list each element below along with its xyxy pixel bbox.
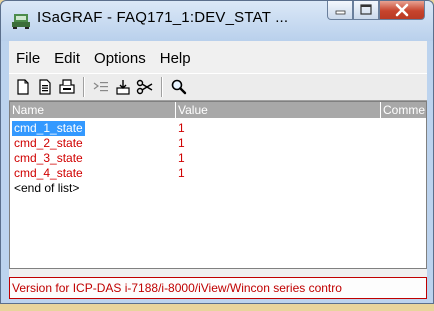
column-header-comment[interactable]: Comme bbox=[381, 102, 426, 118]
variable-name: cmd_4_state bbox=[14, 166, 83, 180]
table-row[interactable]: cmd_1_state 1 bbox=[10, 121, 426, 136]
variable-value: 1 bbox=[178, 121, 185, 135]
close-button[interactable] bbox=[379, 1, 425, 20]
table-row[interactable]: cmd_4_state 1 bbox=[10, 166, 426, 181]
window-title: ISaGRAF - FAQ171_1:DEV_STAT ... bbox=[37, 9, 289, 26]
table-row[interactable]: cmd_3_state 1 bbox=[10, 151, 426, 166]
close-icon bbox=[395, 3, 409, 17]
column-header-name[interactable]: Name bbox=[10, 102, 176, 118]
status-bar: Version for ICP-DAS i-7188/i-8000/iView/… bbox=[9, 277, 427, 299]
toolbar-separator bbox=[83, 77, 85, 97]
toolbar bbox=[9, 73, 427, 101]
variable-value: 1 bbox=[178, 151, 185, 165]
new-file-icon[interactable] bbox=[13, 77, 33, 97]
title-bar[interactable]: ISaGRAF - FAQ171_1:DEV_STAT ... bbox=[1, 1, 433, 41]
end-of-list-row[interactable]: <end of list> bbox=[10, 181, 426, 196]
grid-header: Name Value Comme bbox=[10, 102, 426, 118]
variable-value: 1 bbox=[178, 166, 185, 180]
variable-value: 1 bbox=[178, 136, 185, 150]
menu-bar: File Edit Options Help bbox=[9, 47, 198, 71]
variable-grid: Name Value Comme cmd_1_state 1 cmd_2_sta… bbox=[9, 101, 427, 269]
variable-name: cmd_3_state bbox=[14, 151, 83, 165]
minimize-icon bbox=[335, 10, 346, 15]
menu-edit[interactable]: Edit bbox=[47, 47, 87, 71]
end-of-list-marker: <end of list> bbox=[14, 181, 80, 195]
cut-icon[interactable] bbox=[135, 77, 155, 97]
print-icon[interactable] bbox=[57, 77, 77, 97]
caption-buttons bbox=[327, 1, 425, 21]
variable-name: cmd_2_state bbox=[14, 136, 83, 150]
variable-name: cmd_1_state bbox=[12, 121, 85, 136]
isagraf-app-icon[interactable] bbox=[10, 10, 32, 30]
maximize-button[interactable] bbox=[353, 1, 379, 20]
maximize-icon bbox=[360, 4, 372, 15]
indent-icon[interactable] bbox=[91, 77, 111, 97]
menu-help[interactable]: Help bbox=[153, 47, 198, 71]
toolbar-separator bbox=[161, 77, 163, 97]
table-row[interactable]: cmd_2_state 1 bbox=[10, 136, 426, 151]
app-window: ISaGRAF - FAQ171_1:DEV_STAT ... File Edi… bbox=[0, 0, 434, 304]
minimize-button[interactable] bbox=[327, 1, 353, 20]
menu-options[interactable]: Options bbox=[87, 47, 153, 71]
search-icon[interactable] bbox=[169, 77, 189, 97]
client-area: File Edit Options Help Name Value Comme … bbox=[9, 41, 427, 299]
column-header-value[interactable]: Value bbox=[176, 102, 381, 118]
paste-document-icon[interactable] bbox=[35, 77, 55, 97]
menu-file[interactable]: File bbox=[9, 47, 47, 71]
import-icon[interactable] bbox=[113, 77, 133, 97]
